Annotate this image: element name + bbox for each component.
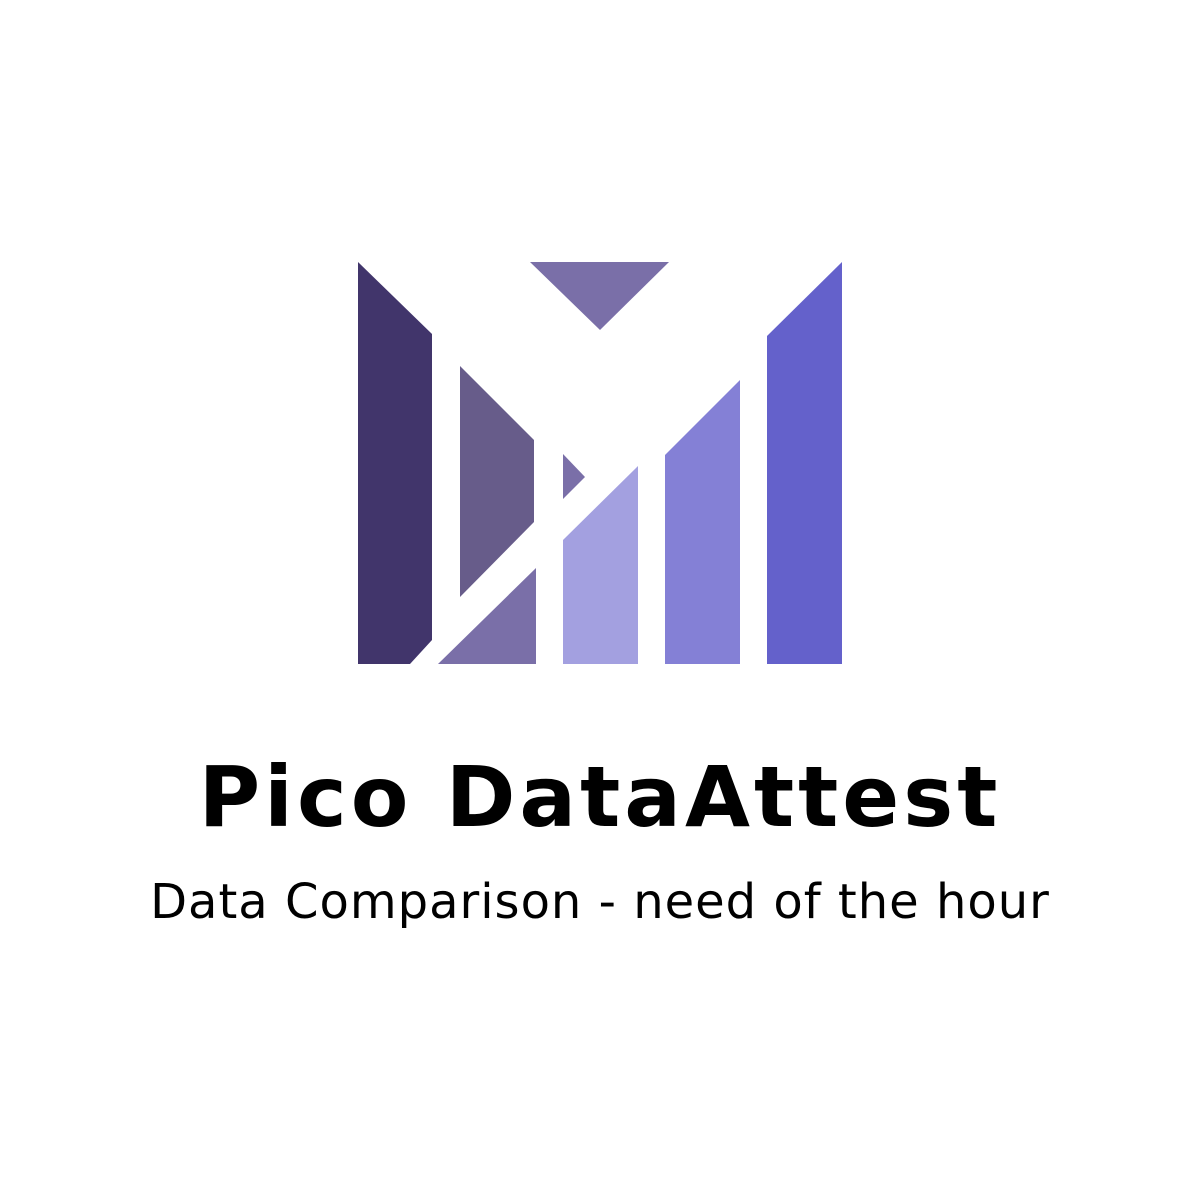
logo-top-triangle (530, 262, 669, 330)
logo-bar-5 (665, 380, 740, 664)
logo-bar-4 (563, 466, 638, 664)
tagline: Data Comparison - need of the hour (150, 874, 1050, 930)
logo-bar-3 (438, 568, 536, 664)
brand-name: Pico DataAttest (198, 748, 1002, 846)
logo-bar-6 (767, 262, 842, 664)
logo-bar-1 (358, 262, 432, 664)
logo-bar-2 (460, 366, 534, 597)
logo-icon (358, 262, 842, 664)
logo-small-triangle (563, 454, 585, 499)
